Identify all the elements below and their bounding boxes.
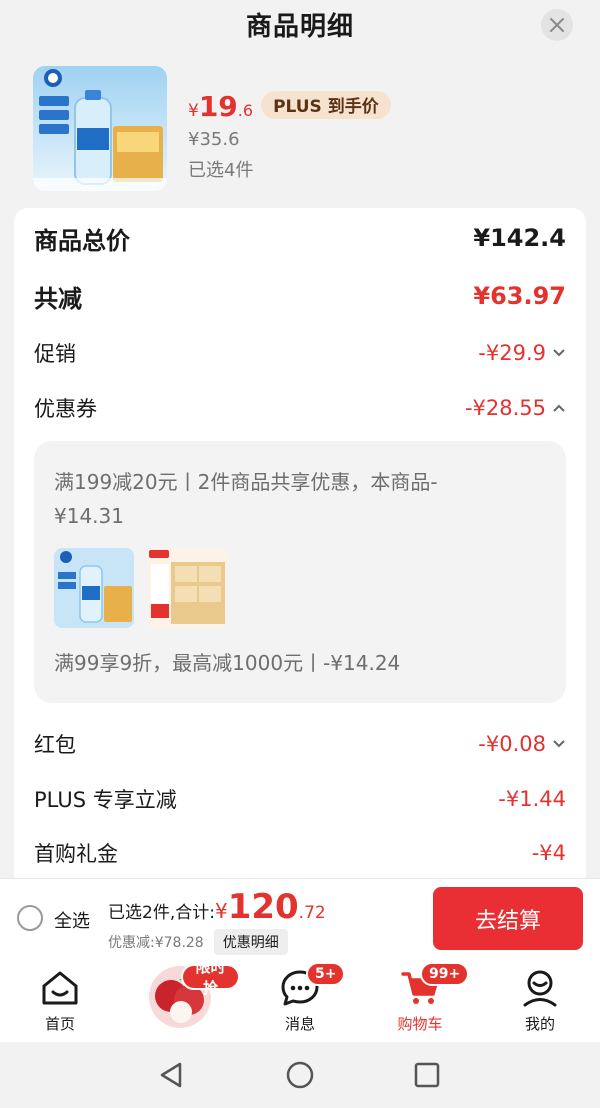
- plus-discount-row: PLUS 专享立减 -¥1.44: [34, 779, 566, 819]
- red-packet-value: -¥0.08: [478, 732, 546, 756]
- coupon-label: 优惠券: [34, 397, 97, 421]
- reduced-label: 共减: [34, 284, 82, 313]
- plus-discount-value: -¥1.44: [498, 787, 566, 811]
- coupon-detail-line1: 满199减20元丨2件商品共享优惠，本商品-¥14.31: [54, 470, 438, 528]
- select-all-label[interactable]: 全选: [54, 907, 90, 933]
- coupon-product-image-water[interactable]: [54, 548, 134, 628]
- bottom-tab-bar: 首页 限时抢 5+ 消息 99+ 购物车 我的: [0, 958, 600, 1042]
- original-price: ¥35.6: [188, 129, 240, 150]
- close-button[interactable]: [541, 9, 573, 41]
- discount-amount: 优惠减:¥78.28: [108, 935, 204, 951]
- coupon-detail-box: 满199减20元丨2件商品共享优惠，本商品-¥14.31 满99享9折，最高减1…: [34, 441, 566, 703]
- product-detail-sheet: 商品明细 ¥ 19 .6 PLUS 到手价 ¥35.6 已选4件 商品总价 ¥1…: [0, 0, 600, 880]
- total-price-row: 商品总价 ¥142.4: [34, 218, 566, 258]
- messages-badge: 5+: [306, 962, 346, 986]
- system-navigation-bar: [0, 1042, 600, 1108]
- price-breakdown-card: 商品总价 ¥142.4 共减 ¥63.97 促销 -¥29.9 优惠券 -¥28…: [14, 208, 586, 880]
- reduced-value: ¥63.97: [473, 282, 566, 310]
- promo-value: -¥29.9: [478, 341, 546, 365]
- coupon-product-image-tissue[interactable]: [147, 548, 227, 628]
- tab-me-label: 我的: [524, 1015, 555, 1033]
- plus-price-badge: PLUS 到手价: [261, 90, 391, 119]
- order-total: 已选2件,合计: ¥ 120 .72: [108, 887, 326, 927]
- discount-line: 优惠减:¥78.28 优惠明细: [108, 929, 288, 955]
- tab-messages[interactable]: 5+ 消息: [240, 960, 360, 1042]
- select-all-checkbox[interactable]: [17, 905, 43, 931]
- product-image[interactable]: [33, 66, 167, 191]
- tab-flash-sale[interactable]: 限时抢: [120, 958, 240, 1042]
- sheet-title: 商品明细: [245, 12, 354, 42]
- coupon-value-wrap: -¥28.55: [465, 396, 566, 420]
- coupon-detail-line2: 满99享9折，最高减1000元丨-¥14.24: [54, 651, 401, 675]
- home-icon: [42, 971, 78, 1005]
- tab-cart-label: 购物车: [397, 1015, 443, 1033]
- coupon-value: -¥28.55: [464, 396, 546, 420]
- chevron-down-icon[interactable]: [552, 739, 566, 749]
- chevron-up-icon[interactable]: [552, 403, 566, 413]
- tab-home[interactable]: 首页: [0, 960, 120, 1042]
- plus-price: ¥ 19 .6 PLUS 到手价: [188, 90, 391, 123]
- user-icon: [523, 970, 557, 1007]
- sheet-header: 商品明细: [0, 0, 600, 50]
- red-packet-row[interactable]: 红包 -¥0.08: [34, 724, 566, 764]
- recents-square-icon[interactable]: [412, 1060, 442, 1090]
- close-icon: [550, 18, 564, 32]
- selected-count: 已选4件: [188, 160, 254, 181]
- promo-value-wrap: -¥29.9: [478, 341, 566, 365]
- total-integer: 120: [227, 887, 299, 927]
- red-packet-value-wrap: -¥0.08: [478, 732, 566, 756]
- promo-row[interactable]: 促销 -¥29.9: [34, 333, 566, 373]
- total-decimal: .72: [298, 903, 326, 923]
- total-price-value: ¥142.4: [473, 224, 566, 252]
- first-purchase-row: 首购礼金 -¥4: [34, 833, 566, 873]
- checkout-button[interactable]: 去结算: [433, 887, 583, 950]
- price-integer: 19: [198, 90, 238, 123]
- first-purchase-label: 首购礼金: [34, 842, 118, 866]
- price-currency: ¥: [188, 101, 199, 121]
- tab-home-label: 首页: [44, 1015, 75, 1033]
- flash-sale-tag: 限时抢: [181, 958, 240, 997]
- total-prefix: 已选2件,合计:: [108, 903, 215, 923]
- first-purchase-value: -¥4: [531, 841, 566, 865]
- home-circle-icon[interactable]: [285, 1060, 315, 1090]
- promo-label: 促销: [34, 342, 76, 366]
- back-triangle-icon[interactable]: [156, 1060, 186, 1090]
- plus-discount-label: PLUS 专享立减: [34, 788, 177, 812]
- tab-me[interactable]: 我的: [480, 960, 600, 1042]
- tab-cart[interactable]: 99+ 购物车: [360, 960, 480, 1042]
- total-price-label: 商品总价: [34, 226, 130, 255]
- red-packet-label: 红包: [34, 733, 76, 757]
- coupon-row[interactable]: 优惠券 -¥28.55: [34, 388, 566, 428]
- price-decimal: .6: [237, 101, 254, 120]
- discount-detail-button[interactable]: 优惠明细: [213, 929, 288, 955]
- checkout-bar: 全选 已选2件,合计: ¥ 120 .72 优惠减:¥78.28 优惠明细 去结…: [0, 878, 600, 960]
- price-block: ¥ 19 .6 PLUS 到手价 ¥35.6 已选4件: [188, 90, 391, 182]
- reduced-row: 共减 ¥63.97: [34, 276, 566, 316]
- total-currency: ¥: [214, 899, 228, 923]
- tab-messages-label: 消息: [284, 1015, 315, 1033]
- cart-badge: 99+: [420, 962, 470, 986]
- chevron-down-icon[interactable]: [552, 348, 566, 358]
